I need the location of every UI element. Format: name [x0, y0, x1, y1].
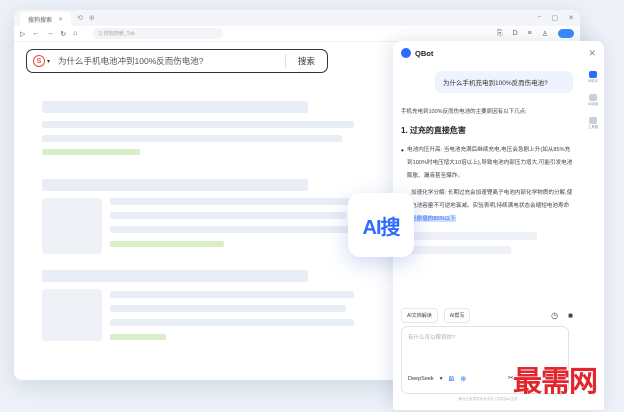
answer-intro: 手机充电到100%反而伤电池的主要原因有以下几点: [401, 109, 527, 115]
result-line-placeholder [110, 212, 346, 219]
result-title-placeholder [42, 270, 308, 282]
tab-title: 搜狗搜索 [28, 17, 53, 24]
side-nav-label: AI助手 [587, 79, 599, 83]
qbot-panel: QBot ✕ AI助手 AI阅读 工具箱 为什么手机充电到100%反而伤电池? … [393, 41, 604, 410]
result-line-placeholder [110, 319, 354, 326]
document-icon [589, 94, 597, 101]
side-nav-ai-reading[interactable]: AI阅读 [588, 94, 598, 107]
answer-bullet: • 电池内压升高: 当电池充满后继续充电,电压会急剧上升(如从85%充到100%… [401, 144, 573, 183]
minimize-icon[interactable]: − [537, 14, 541, 22]
loading-placeholder [401, 246, 511, 254]
model-selector[interactable]: DeepSeek ▾ ⊠ ⊕ [408, 375, 466, 383]
bullet-text: 电池内压升高: 当电池充满后继续充电,电压会急剧上升(如从85%充到100%时电… [407, 147, 573, 179]
bullet-text: 加速化学分解: 长期过充会加速锂离子电池内部化学物质的分解,使电池容量不可逆地衰… [411, 190, 573, 209]
qbot-toolbar: AI文档解读 AI帮写 ◷ ■ [401, 308, 573, 323]
user-icon[interactable]: ♙ [542, 30, 548, 38]
toolbox-icon [589, 117, 597, 124]
result-line-placeholder [42, 121, 354, 128]
tab-bar: 搜狗搜索 ✕ ⟲ ⊕ − ▢ ✕ [14, 10, 580, 26]
ai-search-badge[interactable]: AI搜 [348, 193, 414, 257]
result-url-placeholder [110, 241, 224, 247]
forward-icon[interactable]: ▷ [20, 30, 25, 38]
qbot-logo-icon [401, 48, 411, 58]
model-name[interactable]: DeepSeek [408, 376, 434, 382]
side-nav-label: 工具箱 [587, 125, 599, 129]
deep-think-icon[interactable]: ⊠ [448, 375, 454, 383]
search-button[interactable]: 搜索 [298, 55, 315, 67]
result-line-placeholder [110, 198, 354, 205]
back-arrow-icon[interactable]: ← [32, 30, 39, 37]
search-divider [284, 54, 286, 68]
maximize-icon[interactable]: ▢ [552, 14, 559, 22]
result-title-placeholder [42, 101, 308, 113]
menu-icon[interactable]: ≡ [528, 30, 532, 37]
url-input[interactable]: Q 搜狗搜索_Tab [92, 28, 223, 39]
user-question-bubble: 为什么手机充电到100%反而伤电池? [435, 71, 573, 93]
refresh-icon[interactable]: ↻ [60, 30, 66, 38]
side-nav-label: AI阅读 [587, 102, 599, 106]
ai-doc-button[interactable]: AI文档解读 [401, 308, 438, 323]
chat-input[interactable]: 有什么可以帮到你? [408, 333, 455, 341]
add-tab-icon[interactable]: ⊕ [89, 14, 95, 22]
chat-icon [589, 71, 597, 78]
sogou-logo-icon[interactable]: S [33, 55, 45, 67]
result-line-placeholder [110, 226, 354, 233]
qbot-side-nav: AI助手 AI阅读 工具箱 [582, 71, 604, 130]
search-box[interactable]: S ▾ 为什么手机电池冲到100%反而伤电池? 搜索 [26, 49, 328, 73]
side-nav-ai-assistant[interactable]: AI助手 [588, 71, 598, 84]
result-url-placeholder [110, 334, 166, 340]
answer-bullet: 加速化学分解: 长期过充会加速锂离子电池内部化学物质的分解,使电池容量不可逆地衰… [401, 187, 573, 226]
new-tab-icon[interactable]: ⟲ [77, 14, 83, 22]
result-title-placeholder [42, 179, 308, 191]
loading-placeholder [401, 232, 537, 240]
web-search-icon[interactable]: ⊕ [460, 375, 466, 383]
result-thumbnail [42, 289, 102, 341]
history-icon[interactable]: ◷ [551, 311, 558, 320]
chevron-down-icon[interactable]: ▾ [440, 376, 443, 382]
result-line-placeholder [110, 291, 354, 298]
close-icon[interactable]: ✕ [588, 48, 596, 59]
answer-heading: 1. 过充的直接危害 [401, 126, 466, 135]
qbot-conversation: 为什么手机充电到100%反而伤电池? 手机充电到100%反而伤电池的主要原因有以… [401, 71, 573, 254]
bullet-dot-icon: • [401, 146, 404, 155]
result-thumbnail [42, 198, 102, 254]
extension-icon[interactable]: ⎘ [497, 30, 503, 38]
result-line-placeholder [110, 305, 346, 312]
download-icon[interactable]: D [513, 30, 518, 37]
new-chat-icon[interactable]: ■ [568, 311, 573, 320]
side-nav-toolbox[interactable]: 工具箱 [587, 117, 599, 130]
close-tab-icon[interactable]: ✕ [58, 16, 63, 23]
browser-tab[interactable]: 搜狗搜索 ✕ [20, 12, 72, 26]
address-bar: ▷ ← → ↻ ⌂ Q 搜狗搜索_Tab ⎘ D ≡ ♙ [14, 26, 580, 42]
watermark: 最需网 [513, 364, 598, 398]
cloud-icon[interactable] [558, 29, 574, 38]
qbot-header: QBot ✕ [393, 41, 604, 65]
search-input[interactable]: 为什么手机电池冲到100%反而伤电池? [58, 55, 285, 67]
result-url-placeholder [42, 149, 140, 155]
result-line-placeholder [42, 135, 342, 142]
ai-write-button[interactable]: AI帮写 [443, 308, 471, 323]
qbot-title: QBot [415, 48, 434, 58]
close-window-icon[interactable]: ✕ [568, 14, 574, 22]
engine-dropdown-icon[interactable]: ▾ [47, 58, 50, 65]
home-icon[interactable]: ⌂ [73, 30, 77, 37]
forward-arrow-icon[interactable]: → [46, 30, 53, 37]
highlighted-text: 至原值的80%以下 [411, 216, 456, 222]
